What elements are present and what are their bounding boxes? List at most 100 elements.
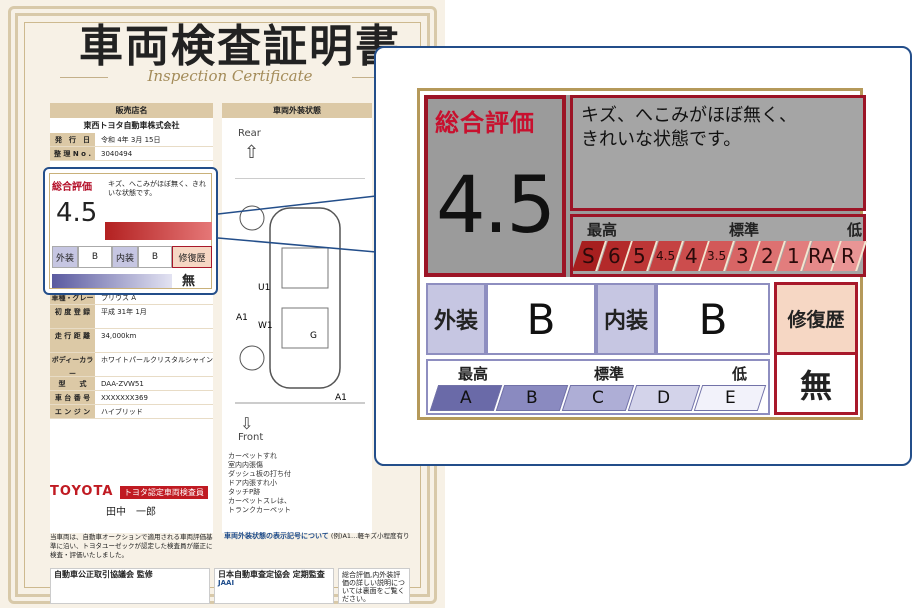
mini-grade-row: 外装 B 内装 B 修復歴 bbox=[52, 246, 212, 268]
legend-title: 車両外装状態の表示記号について bbox=[224, 532, 329, 540]
mini-int-label: 内装 bbox=[112, 246, 138, 268]
car-label-w1: W1 bbox=[258, 321, 273, 331]
car-label-u1: U1 bbox=[258, 283, 270, 293]
inspector-badge: トヨタ認定車両検査員 bbox=[119, 486, 208, 499]
mini-evaluation-box: 総合評価 4.5 キズ、へこみがほぼ無く、きれいな状態です。 外装 B 内装 B… bbox=[43, 167, 218, 295]
serial-value: 3040494 bbox=[101, 150, 133, 158]
model-label: 型 式 bbox=[50, 377, 95, 390]
color-row: ボディーカラー ホワイトパールクリスタルシャイン bbox=[50, 353, 213, 378]
overall-evaluation-section: 総合評価 4.5 キズ、へこみがほぼ無く、 きれいな状態です。 最高 標準 低 … bbox=[424, 95, 867, 277]
chassis-value: XXXXXXX369 bbox=[101, 394, 148, 402]
repair-history-label: 修復歴 bbox=[774, 282, 858, 355]
overall-score-value: 4.5 bbox=[436, 161, 556, 251]
issue-date-row: 発 行 日 令和 4年 3月 15日 bbox=[50, 133, 213, 147]
evaluation-panel: 総合評価 4.5 キズ、へこみがほぼ無く、 きれいな状態です。 最高 標準 低 … bbox=[417, 88, 869, 426]
quality-scale-cell: B bbox=[495, 385, 569, 411]
issue-date-label: 発 行 日 bbox=[50, 133, 95, 146]
engine-value: ハイブリッド bbox=[101, 408, 143, 416]
quality-scale-cell: E bbox=[693, 385, 767, 411]
mini-int-grade: B bbox=[138, 246, 172, 268]
mini-score-value: 4.5 bbox=[56, 198, 98, 228]
rear-label: Rear bbox=[238, 128, 261, 139]
engine-label: エ ン ジ ン bbox=[50, 405, 95, 418]
mileage-value: 34,000km bbox=[101, 332, 137, 340]
mileage-row: 走 行 距 離 34,000km bbox=[50, 329, 213, 353]
quality-scale-high: 最高 bbox=[458, 365, 489, 383]
footer-note: 総合評価,内外装評価の詳しい説明については裏面をご覧ください。 bbox=[338, 568, 410, 604]
car-label-g: G bbox=[310, 331, 317, 341]
issue-date-value: 令和 4年 3月 15日 bbox=[101, 136, 161, 144]
dealer-header: 販売店名 bbox=[50, 103, 213, 118]
score-scale-low: 低 bbox=[847, 221, 863, 239]
legend-sub: (例)A1…軽キズ小程度有り bbox=[330, 532, 410, 540]
score-scale-box: 最高 標準 低 S 6 5 4.5 4 3.5 3 2 1 RA R bbox=[570, 214, 867, 277]
serial-label: 整 理 N o . bbox=[50, 147, 95, 160]
quality-scale-low: 低 bbox=[732, 365, 748, 383]
exterior-grade: B bbox=[486, 283, 596, 355]
car-diagram: Rear ⇧ U1 A1 W1 G A1 ⇩ Front bbox=[222, 118, 372, 448]
chassis-label: 車 台 番 号 bbox=[50, 391, 95, 404]
comment-box: キズ、へこみがほぼ無く、 きれいな状態です。 bbox=[570, 95, 866, 211]
toyota-logo: TOYOTA bbox=[50, 484, 114, 499]
score-scale-cells: S 6 5 4.5 4 3.5 3 2 1 RA R bbox=[572, 241, 867, 271]
legend-note: 車両外装状態の表示記号について (例)A1…軽キズ小程度有り bbox=[224, 532, 414, 540]
comment-text: キズ、へこみがほぼ無く、 きれいな状態です。 bbox=[581, 105, 797, 150]
footer-jaai: 日本自動車査定協会 定期監査 JAAI bbox=[214, 568, 334, 604]
footer-bar: 自動車公正取引協議会 監修 日本自動車査定協会 定期監査 JAAI 総合評価,内… bbox=[50, 568, 410, 604]
interior-grade: B bbox=[656, 283, 770, 355]
car-outline-icon: U1 A1 W1 G A1 bbox=[235, 178, 365, 404]
mini-score-scale bbox=[105, 222, 212, 240]
car-label-a1-bottom: A1 bbox=[335, 393, 347, 403]
quality-scale-heads: 最高 標準 低 bbox=[436, 363, 766, 383]
interior-label: 内装 bbox=[596, 283, 656, 355]
detail-evaluation-section: 外装 B 内装 B 修復歴 無 最高 標準 低 ABCDE bbox=[424, 282, 860, 417]
exterior-header: 車両外装状態 bbox=[222, 103, 372, 118]
inspector-name: 田中 一郎 bbox=[106, 507, 156, 518]
certificate-title: 車両検査証明書 bbox=[79, 21, 401, 72]
up-arrow-icon: ⇧ bbox=[244, 142, 260, 163]
model-row: 型 式 DAA-ZVW51 bbox=[50, 377, 213, 391]
mileage-label: 走 行 距 離 bbox=[50, 329, 95, 352]
quality-scale-cell: C bbox=[561, 385, 635, 411]
quality-scale-cells: ABCDE bbox=[429, 385, 767, 411]
mini-score-label: 総合評価 bbox=[52, 182, 92, 193]
mini-evaluation-inner: 総合評価 4.5 キズ、へこみがほぼ無く、きれいな状態です。 外装 B 内装 B… bbox=[49, 173, 212, 289]
repair-history-value: 無 bbox=[774, 355, 858, 415]
signature-area: TOYOTA トヨタ認定車両検査員 田中 一郎 bbox=[50, 484, 215, 518]
remarks-text: カーペットすれ 室内内張傷 ダッシュ板の打ち付 ドア内張すれ小 タッチP跡 カー… bbox=[228, 452, 291, 514]
quality-scale-std: 標準 bbox=[594, 365, 625, 383]
mini-repair-value: 無 bbox=[182, 274, 196, 289]
exterior-label: 外装 bbox=[426, 283, 486, 355]
dealer-name: 東西トヨタ自動車株式会社 bbox=[83, 121, 180, 130]
mini-repair-label: 修復歴 bbox=[172, 246, 212, 268]
score-scale-high: 最高 bbox=[587, 221, 618, 239]
color-value: ホワイトパールクリスタルシャイン bbox=[101, 356, 213, 364]
quality-scale-box: 最高 標準 低 ABCDE bbox=[426, 359, 770, 415]
first-reg-value: 平成 31年 1月 bbox=[101, 308, 147, 316]
score-scale-std: 標準 bbox=[729, 221, 760, 239]
quality-scale-cell: D bbox=[627, 385, 701, 411]
exterior-condition-column: 車両外装状態 Rear ⇧ U1 A1 W1 G A1 ⇩ Front カーペッ… bbox=[222, 103, 372, 533]
model-value: DAA-ZVW51 bbox=[101, 380, 144, 388]
front-label: Front bbox=[238, 432, 264, 443]
quality-scale-cell: A bbox=[429, 385, 503, 411]
serial-row: 整 理 N o . 3040494 bbox=[50, 147, 213, 161]
first-reg-label: 初 度 登 録 bbox=[50, 305, 95, 328]
zoom-callout: 総合評価 4.5 キズ、へこみがほぼ無く、 きれいな状態です。 最高 標準 低 … bbox=[374, 46, 912, 466]
certificate-note: 当車両は、自動車オークションで適用される車両評価基準に沿い、トヨタユーゼックが認… bbox=[50, 533, 213, 559]
overall-score-box: 総合評価 4.5 bbox=[424, 95, 566, 277]
chassis-row: 車 台 番 号 XXXXXXX369 bbox=[50, 391, 213, 405]
engine-row: エ ン ジ ン ハイブリッド bbox=[50, 405, 213, 419]
mini-comment: キズ、へこみがほぼ無く、きれいな状態です。 bbox=[108, 180, 206, 197]
color-label: ボディーカラー bbox=[50, 353, 95, 378]
mini-ext-label: 外装 bbox=[52, 246, 78, 268]
score-scale-heads: 最高 標準 低 bbox=[579, 219, 863, 239]
mini-quality-scale bbox=[52, 274, 172, 288]
footer-fair-trade: 自動車公正取引協議会 監修 bbox=[50, 568, 210, 604]
overall-score-label: 総合評価 bbox=[435, 109, 535, 137]
car-label-a1: A1 bbox=[236, 313, 248, 323]
certificate-subtitle: Inspection Certificate bbox=[60, 67, 400, 85]
mini-ext-grade: B bbox=[78, 246, 112, 268]
first-reg-row: 初 度 登 録 平成 31年 1月 bbox=[50, 305, 213, 329]
down-arrow-icon: ⇩ bbox=[240, 414, 254, 433]
